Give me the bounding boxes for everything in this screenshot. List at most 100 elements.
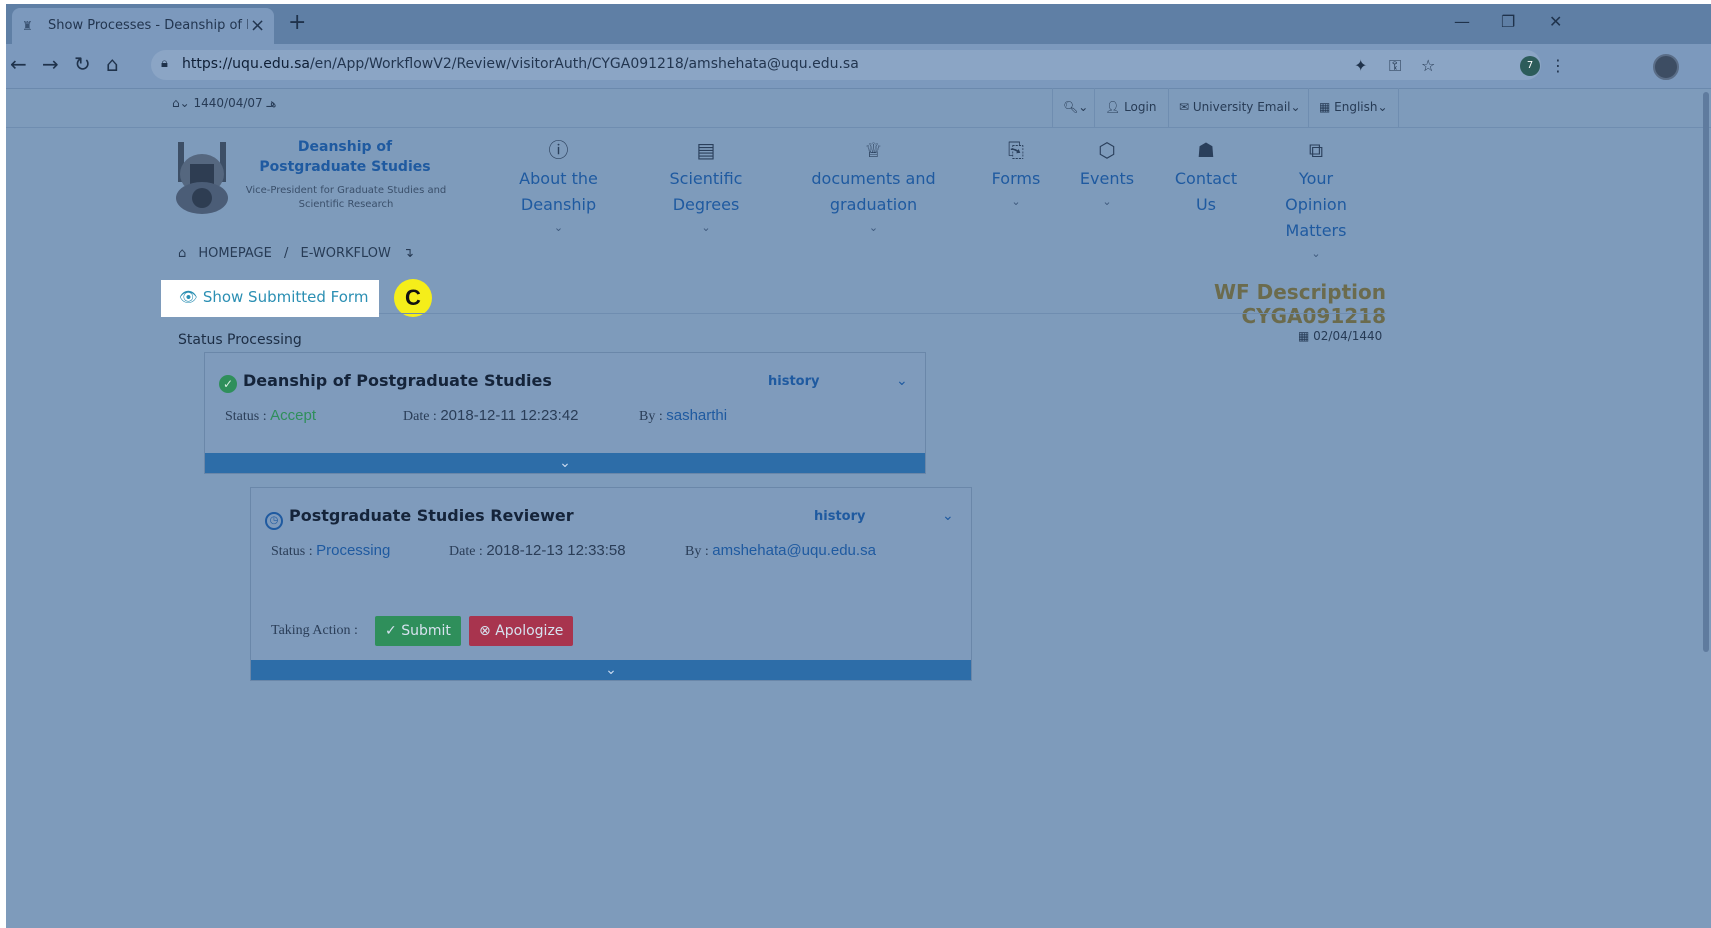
show-submitted-form-highlight: 👁︎ Show Submitted Form: [161, 280, 379, 317]
home-icon[interactable]: ⌂: [106, 52, 119, 76]
info-icon: ⓘ: [548, 138, 569, 162]
chevron-down-icon: ⌄: [868, 221, 879, 234]
chevron-down-icon: ⌄: [1011, 195, 1021, 208]
restore-icon[interactable]: ❐: [1501, 12, 1515, 31]
history-link[interactable]: history: [768, 374, 819, 389]
user-link[interactable]: sasharthi: [666, 407, 727, 424]
chevron-down-icon: ⌄: [553, 221, 564, 234]
browser-toolbar: ← → ↻ ⌂ 🔒︎ https://uqu.edu.sa/en/App/Wor…: [6, 44, 1711, 89]
files-icon: ⎘: [1008, 138, 1024, 162]
lock-icon: 🔒︎: [161, 56, 168, 71]
browser-window: ♜ Show Processes - Deanship of Po × + — …: [6, 4, 1711, 928]
chevron-down-icon[interactable]: ⌄: [942, 508, 954, 524]
extension-icon[interactable]: ✦: [1354, 56, 1367, 75]
workflow-title: WF Description CYGA091218: [1213, 280, 1386, 328]
bookmark-star-icon[interactable]: ☆: [1421, 56, 1435, 75]
breadcrumb-home[interactable]: HOMEPAGE: [198, 246, 271, 261]
chevron-down-icon: ⌄: [1311, 247, 1321, 260]
status-field: Status : Accept: [225, 407, 316, 424]
nav-contact-us[interactable]: ☗ Contact Us: [1171, 134, 1241, 218]
chevron-down-icon: ⌄: [1102, 195, 1112, 208]
date-field: Date : 2018-12-13 12:33:58: [449, 542, 626, 559]
browser-tab[interactable]: ♜ Show Processes - Deanship of Po ×: [12, 8, 274, 44]
chevron-down-icon[interactable]: ⌄: [896, 373, 908, 389]
process-step-card: ◷ Postgraduate Studies Reviewer history ⌄…: [250, 487, 972, 681]
extension-badge-icon[interactable]: 7: [1520, 56, 1540, 76]
scrollbar-thumb[interactable]: [1703, 92, 1709, 652]
expand-bar[interactable]: ⌄: [251, 660, 971, 680]
close-window-icon[interactable]: ✕: [1549, 12, 1562, 31]
back-icon[interactable]: ←: [10, 52, 27, 76]
university-seal-logo: [176, 142, 228, 214]
university-email-link[interactable]: ✉ University Email⌄: [1168, 88, 1311, 127]
nav-scientific-degrees[interactable]: ▤ Scientific Degrees ⌄: [656, 134, 756, 238]
copy-icon: ⧉: [1308, 138, 1324, 162]
url-text: https://uqu.edu.sa/en/App/WorkflowV2/Rev…: [182, 56, 859, 72]
book-icon: ▤: [696, 138, 716, 162]
user-link[interactable]: amshehata@uqu.edu.sa: [712, 542, 876, 559]
x-circle-icon: ⊗: [479, 623, 496, 639]
breadcrumb-current[interactable]: E-WORKFLOW: [300, 246, 390, 261]
nav-events[interactable]: ⬡ Events ⌄: [1072, 134, 1142, 212]
submit-button[interactable]: ✓ Submit: [375, 616, 461, 646]
org-subtitle: Vice-President for Graduate Studies and …: [245, 185, 447, 210]
divider: [379, 313, 1386, 314]
android-icon: ☗: [1197, 138, 1215, 162]
process-step-card: ✓ Deanship of Postgraduate Studies histor…: [204, 352, 926, 474]
org-title[interactable]: Deanship of Postgraduate Studies: [250, 137, 440, 177]
by-field: By : amshehata@uqu.edu.sa: [685, 542, 876, 559]
eye-icon: 👁︎: [179, 288, 203, 306]
minimize-icon[interactable]: —: [1454, 12, 1470, 31]
nav-your-opinion[interactable]: ⧉ Your Opinion Matters ⌄: [1276, 134, 1356, 264]
check-circle-icon: ✓: [219, 375, 237, 393]
reload-icon[interactable]: ↻: [74, 52, 91, 76]
redirect-icon: ↴: [403, 246, 414, 261]
nav-forms[interactable]: ⎘ Forms ⌄: [981, 134, 1051, 212]
search-dropdown[interactable]: 🔍︎⌄: [1052, 88, 1098, 127]
close-tab-icon[interactable]: ×: [250, 15, 265, 36]
tab-strip: ♜ Show Processes - Deanship of Po × + — …: [6, 4, 1711, 44]
taking-action-label: Taking Action :: [271, 623, 358, 638]
annotation-marker: C: [394, 279, 432, 317]
expand-bar[interactable]: ⌄: [205, 453, 925, 473]
clock-icon: ◷: [265, 512, 283, 530]
chevron-down-icon: ⌄: [605, 662, 617, 678]
chevron-down-icon: ⌄: [559, 455, 571, 471]
tab-title: Show Processes - Deanship of Po: [48, 18, 248, 33]
site-top-bar: ⌂⌄ 1440/04/07 هـ 🔍︎⌄ 👤︎ Login ✉ Universi…: [6, 88, 1711, 128]
search-icon: 🔍︎: [1063, 100, 1079, 114]
new-tab-icon[interactable]: +: [288, 10, 306, 35]
menu-kebab-icon[interactable]: ⋮: [1550, 56, 1566, 75]
page-scrollbar[interactable]: [1701, 88, 1711, 928]
step-title: ◷ Postgraduate Studies Reviewer: [265, 506, 574, 530]
key-icon[interactable]: ⚿: [1389, 56, 1401, 76]
login-link[interactable]: 👤︎ Login: [1094, 88, 1166, 127]
workflow-status: Status Processing: [178, 332, 302, 348]
created-date: ▦ 02/04/1440: [1298, 329, 1383, 343]
breadcrumb: ⌂ HOMEPAGE / E-WORKFLOW ↴: [178, 246, 422, 261]
nav-about-deanship[interactable]: ⓘ About the Deanship ⌄: [506, 134, 611, 238]
step-title: ✓ Deanship of Postgraduate Studies: [219, 371, 552, 393]
uk-flag-icon: ▦: [1319, 100, 1335, 114]
forward-icon[interactable]: →: [42, 52, 59, 76]
profile-avatar[interactable]: [1653, 54, 1679, 80]
language-selector[interactable]: ▦ English⌄: [1308, 88, 1399, 127]
envelope-icon: ✉: [1179, 100, 1193, 114]
show-submitted-form-link[interactable]: 👁︎ Show Submitted Form: [179, 288, 368, 306]
address-bar[interactable]: 🔒︎ https://uqu.edu.sa/en/App/WorkflowV2/…: [151, 50, 1541, 80]
home-icon[interactable]: ⌂: [178, 246, 186, 261]
history-link[interactable]: history: [814, 509, 865, 524]
status-field: Status : Processing: [271, 542, 391, 559]
home-icon[interactable]: ⌂⌄: [172, 96, 194, 110]
by-field: By : sasharthi: [639, 407, 728, 424]
hexagon-icon: ⬡: [1098, 138, 1116, 162]
nav-documents-graduation[interactable]: ♕ documents and graduation ⌄: [806, 134, 941, 238]
calendar-icon: ▦: [1298, 329, 1314, 343]
date-field: Date : 2018-12-11 12:23:42: [403, 407, 579, 424]
site-favicon-icon: ♜: [22, 19, 33, 33]
chevron-down-icon: ⌄: [701, 221, 711, 234]
apologize-button[interactable]: ⊗ Apologize: [469, 616, 574, 646]
check-circle-icon: ✓: [385, 623, 402, 639]
breadcrumb-separator: /: [283, 246, 289, 261]
trophy-icon: ♕: [864, 138, 883, 162]
